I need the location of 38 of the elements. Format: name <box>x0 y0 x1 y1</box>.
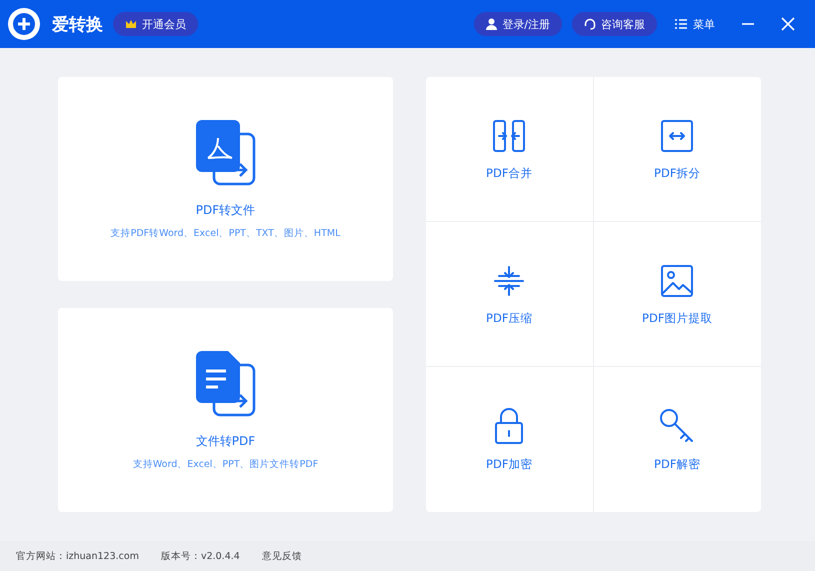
document-icon <box>194 349 258 419</box>
tool-label: PDF合并 <box>486 166 532 180</box>
vip-button[interactable]: 开通会员 <box>113 12 198 36</box>
headset-icon <box>584 18 596 30</box>
split-icon <box>659 118 696 154</box>
merge-icon <box>491 118 528 154</box>
menu-icon <box>675 19 687 29</box>
card-title: PDF转文件 <box>196 202 256 219</box>
tool-label: PDF压缩 <box>486 310 532 326</box>
tool-label: PDF拆分 <box>654 166 700 180</box>
tool-label: PDF加密 <box>486 457 532 472</box>
app-title: 爱转换 <box>52 14 103 36</box>
tool-tile[interactable]: PDF拆分 <box>594 77 761 222</box>
tool-tile[interactable]: PDF加密 <box>426 367 594 512</box>
card-description: 支持Word、Excel、PPT、图片文件转PDF <box>132 458 318 471</box>
tool-label: PDF图片提取 <box>642 310 712 326</box>
user-icon <box>486 18 498 30</box>
tool-tile[interactable]: PDF压缩 <box>426 222 594 367</box>
lock-icon <box>493 407 526 445</box>
feedback-link[interactable]: 意见反馈 <box>262 550 302 562</box>
tool-tile[interactable]: PDF合并 <box>426 77 594 222</box>
tool-tile[interactable]: PDF图片提取 <box>594 222 761 367</box>
card-title: 文件转PDF <box>196 433 256 450</box>
logo-icon <box>6 6 42 42</box>
version-text: 版本号：v2.0.4.4 <box>160 550 240 562</box>
menu-button[interactable]: 菜单 <box>667 12 723 36</box>
tool-label: PDF解密 <box>654 457 700 472</box>
pdf-file-icon <box>194 118 258 188</box>
login-button[interactable]: 登录/注册 <box>474 12 562 36</box>
website-text: 官方网站：izhuan123.com <box>16 550 139 562</box>
close-icon <box>781 17 795 31</box>
conversion-card[interactable]: 文件转PDF 支持Word、Excel、PPT、图片文件转PDF <box>58 308 393 512</box>
image-icon <box>659 262 696 298</box>
customer-service-button[interactable]: 咨询客服 <box>572 12 657 36</box>
tool-tile[interactable]: PDF解密 <box>594 367 761 512</box>
card-description: 支持PDF转Word、Excel、PPT、TXT、图片、HTML <box>110 227 340 240</box>
conversion-card[interactable]: PDF转文件 支持PDF转Word、Excel、PPT、TXT、图片、HTML <box>58 77 393 281</box>
crown-icon <box>125 19 137 29</box>
